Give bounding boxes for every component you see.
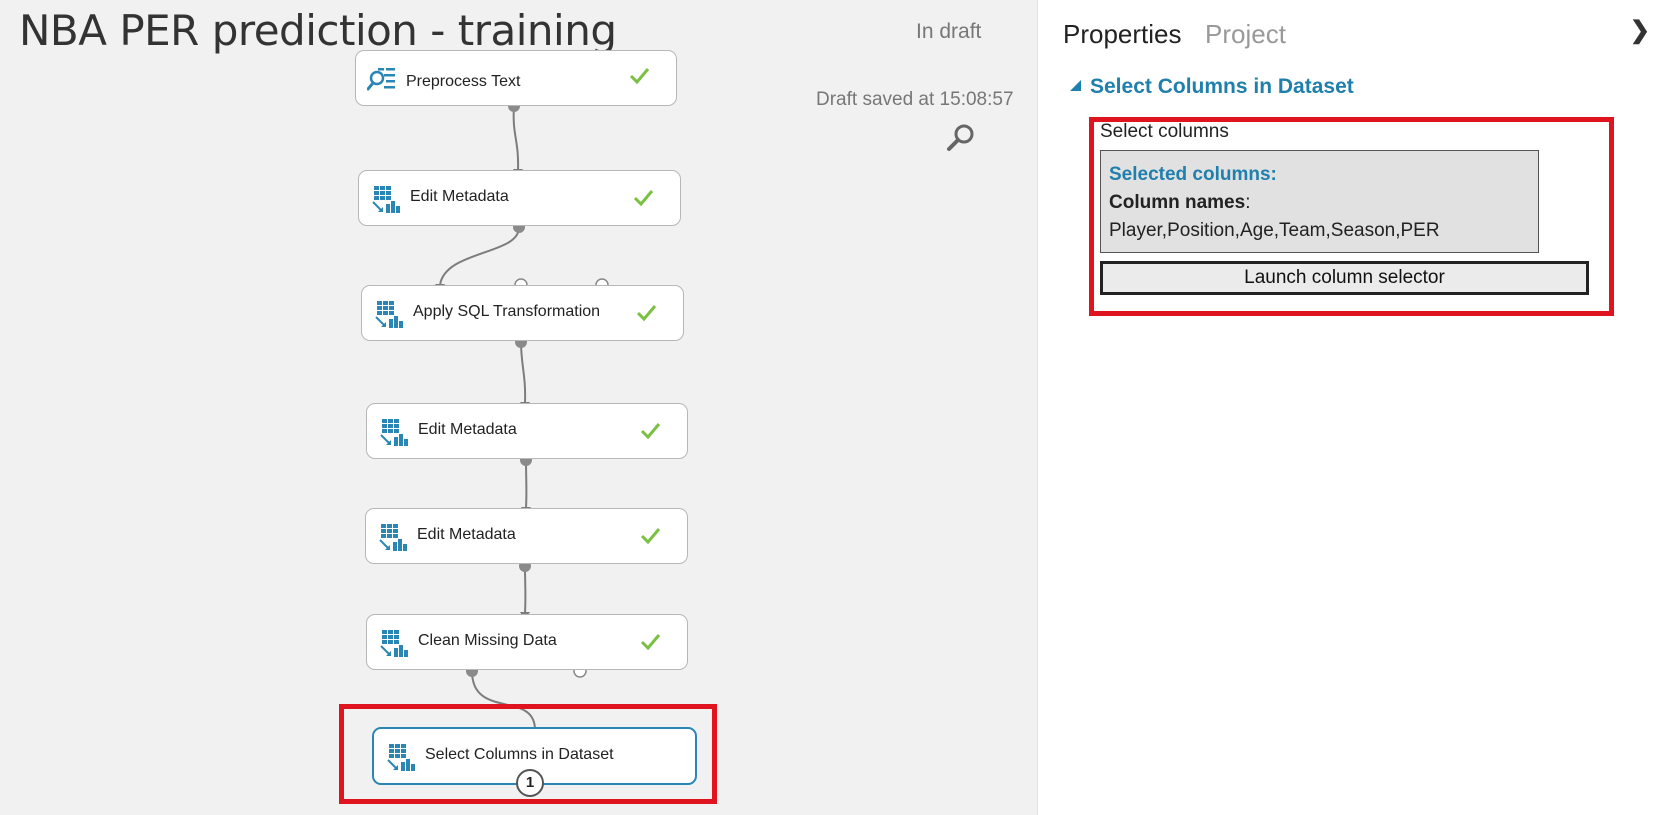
module-preprocess-text[interactable]: Preprocess Text bbox=[355, 50, 677, 106]
dataset-icon bbox=[378, 628, 408, 658]
select-columns-label: Select columns bbox=[1100, 121, 1229, 142]
selected-columns-box: Selected columns: Column names: Player,P… bbox=[1100, 150, 1539, 253]
selected-columns-heading: Selected columns: bbox=[1109, 164, 1277, 185]
section-title: Select Columns in Dataset bbox=[1090, 75, 1354, 98]
dataset-icon bbox=[370, 184, 400, 214]
module-edit-metadata[interactable]: Edit Metadata bbox=[365, 508, 688, 564]
launch-column-selector-button[interactable]: Launch column selector bbox=[1100, 261, 1589, 295]
output-port-badge[interactable]: 1 bbox=[516, 769, 544, 797]
module-label: Edit Metadata bbox=[417, 526, 516, 543]
check-icon bbox=[639, 631, 661, 653]
column-names-separator: : bbox=[1245, 192, 1251, 213]
check-icon bbox=[639, 420, 661, 442]
dataset-icon bbox=[378, 417, 408, 447]
module-label: Edit Metadata bbox=[418, 421, 517, 438]
check-icon bbox=[628, 65, 650, 87]
check-icon bbox=[632, 187, 654, 209]
column-names-value: Player,Position,Age,Team,Season,PER bbox=[1109, 220, 1440, 241]
module-label: Select Columns in Dataset bbox=[425, 746, 614, 763]
module-clean-missing-data[interactable]: Clean Missing Data bbox=[366, 614, 688, 670]
dataset-icon bbox=[385, 742, 415, 772]
tab-properties[interactable]: Properties bbox=[1063, 19, 1182, 50]
triangle-expanded-icon bbox=[1070, 80, 1081, 91]
experiment-canvas[interactable]: NBA PER prediction - training In draft D… bbox=[0, 0, 1037, 815]
tab-project[interactable]: Project bbox=[1205, 19, 1286, 50]
dataset-icon bbox=[377, 522, 407, 552]
text-search-icon bbox=[366, 65, 397, 95]
module-label: Preprocess Text bbox=[406, 73, 521, 90]
module-apply-sql-transformation[interactable]: Apply SQL Transformation bbox=[361, 285, 684, 341]
module-label: Edit Metadata bbox=[410, 188, 509, 205]
check-icon bbox=[635, 302, 657, 324]
column-names-label: Column names bbox=[1109, 192, 1246, 213]
dataset-icon bbox=[373, 299, 403, 329]
module-label: Clean Missing Data bbox=[418, 632, 557, 649]
module-label: Apply SQL Transformation bbox=[413, 303, 601, 320]
column-names-line: Column names: bbox=[1109, 189, 1530, 217]
module-edit-metadata[interactable]: Edit Metadata bbox=[358, 170, 681, 226]
section-header[interactable]: Select Columns in Dataset bbox=[1070, 75, 1354, 99]
module-edit-metadata[interactable]: Edit Metadata bbox=[366, 403, 688, 459]
properties-panel: Properties Project ❯ Select Columns in D… bbox=[1037, 0, 1656, 815]
check-icon bbox=[639, 525, 661, 547]
collapse-panel-icon[interactable]: ❯ bbox=[1630, 16, 1650, 45]
